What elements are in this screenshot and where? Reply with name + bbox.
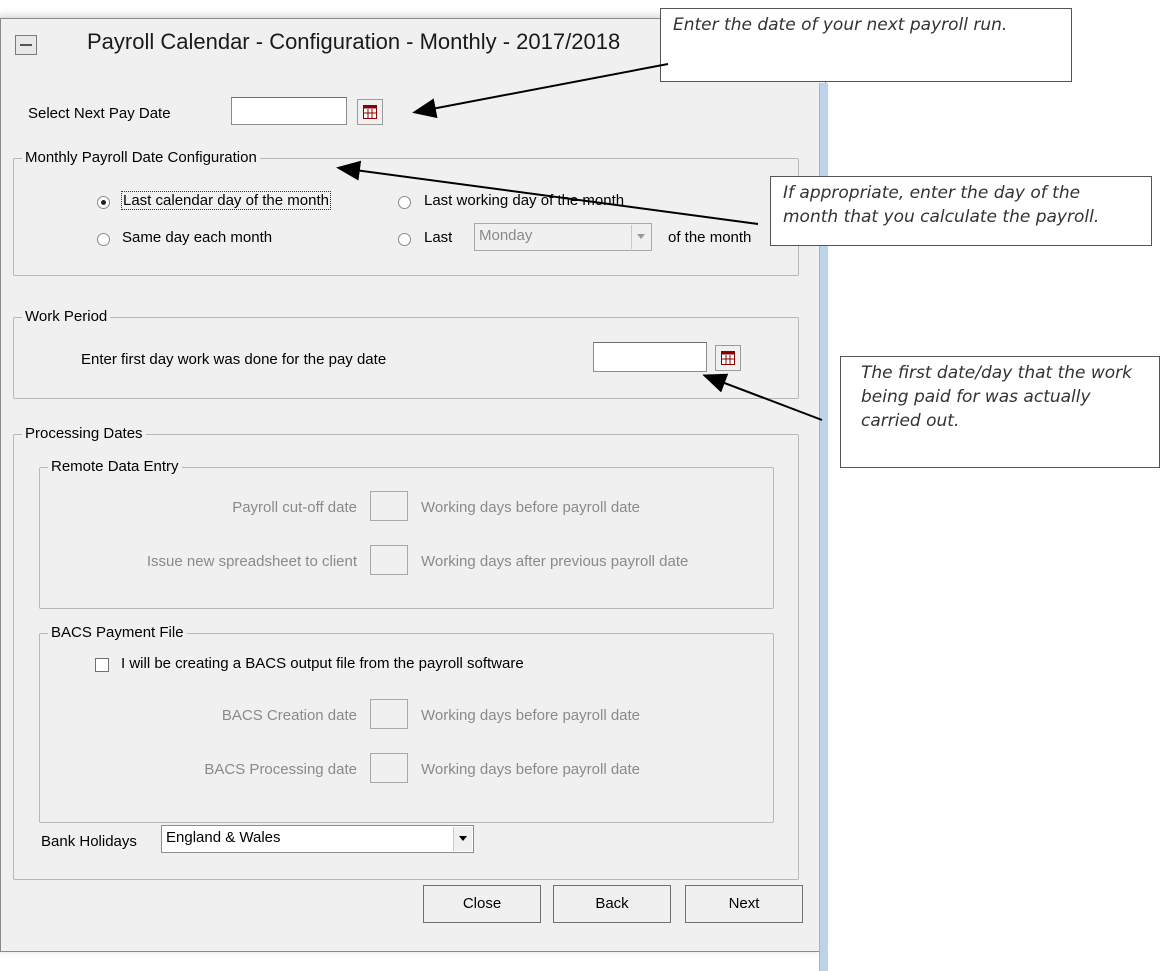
issue-spreadsheet-suffix: Working days after previous payroll date xyxy=(421,553,689,570)
issue-spreadsheet-label: Issue new spreadsheet to client xyxy=(146,553,357,570)
last-weekday-prefix: Last xyxy=(424,229,453,246)
callout-next-pay-date: Enter the date of your next payroll run. xyxy=(660,8,1072,82)
window-title: Payroll Calendar - Configuration - Month… xyxy=(87,29,621,54)
callout-day-of-month: If appropriate, enter the day of the mon… xyxy=(770,176,1152,246)
bacs-output-checkbox[interactable] xyxy=(95,658,109,672)
payroll-calendar-window: Payroll Calendar - Configuration - Month… xyxy=(0,18,828,971)
payroll-cutoff-suffix: Working days before payroll date xyxy=(421,499,641,516)
work-period-group-title: Work Period xyxy=(22,308,111,325)
radio-last-working-day[interactable] xyxy=(398,196,411,209)
next-button[interactable]: Next xyxy=(685,885,803,923)
first-work-day-calendar-button[interactable] xyxy=(715,345,741,371)
bank-holidays-label: Bank Holidays xyxy=(41,833,137,850)
bacs-processing-input[interactable] xyxy=(370,753,408,783)
next-pay-date-calendar-button[interactable] xyxy=(357,99,383,125)
first-work-day-input[interactable] xyxy=(593,342,707,372)
back-button[interactable]: Back xyxy=(553,885,671,923)
callout-first-day: The first date/day that the work being p… xyxy=(840,356,1160,468)
weekday-select-value: Monday xyxy=(479,227,533,244)
payroll-cutoff-input[interactable] xyxy=(370,491,408,521)
remote-data-entry-group: Remote Data Entry xyxy=(39,458,774,609)
system-menu-icon[interactable] xyxy=(15,35,37,55)
monthly-config-group-title: Monthly Payroll Date Configuration xyxy=(22,149,260,166)
bacs-output-checkbox-label: I will be creating a BACS output file fr… xyxy=(121,655,524,672)
first-work-day-label: Enter first day work was done for the pa… xyxy=(81,351,387,368)
next-pay-date-input[interactable] xyxy=(231,97,347,125)
same-day-each-month-label: Same day each month xyxy=(122,229,273,246)
calendar-icon xyxy=(721,351,735,365)
bacs-creation-suffix: Working days before payroll date xyxy=(421,707,641,724)
monthly-config-group: Monthly Payroll Date Configuration xyxy=(13,149,799,276)
next-pay-date-label: Select Next Pay Date xyxy=(28,105,171,122)
radio-same-day-each-month[interactable] xyxy=(97,233,110,246)
chevron-down-icon xyxy=(631,225,650,249)
bacs-processing-label: BACS Processing date xyxy=(204,761,357,778)
bank-holidays-select[interactable]: England & Wales xyxy=(161,825,474,853)
payroll-cutoff-label: Payroll cut-off date xyxy=(232,499,357,516)
chevron-down-icon xyxy=(453,827,472,851)
calendar-icon xyxy=(363,105,377,119)
bacs-processing-suffix: Working days before payroll date xyxy=(421,761,641,778)
bank-holidays-value: England & Wales xyxy=(166,829,281,846)
bacs-creation-input[interactable] xyxy=(370,699,408,729)
bacs-payment-file-group-title: BACS Payment File xyxy=(48,624,187,641)
weekday-select[interactable]: Monday xyxy=(474,223,652,251)
processing-dates-group-title: Processing Dates xyxy=(22,425,146,442)
bacs-creation-label: BACS Creation date xyxy=(221,707,357,724)
last-weekday-suffix: of the month xyxy=(668,229,752,246)
last-calendar-day-label: Last calendar day of the month xyxy=(121,191,331,210)
close-button[interactable]: Close xyxy=(423,885,541,923)
remote-data-entry-group-title: Remote Data Entry xyxy=(48,458,182,475)
last-working-day-label: Last working day of the month xyxy=(424,192,625,209)
radio-last-weekday[interactable] xyxy=(398,233,411,246)
issue-spreadsheet-input[interactable] xyxy=(370,545,408,575)
radio-last-calendar-day[interactable] xyxy=(97,196,110,209)
